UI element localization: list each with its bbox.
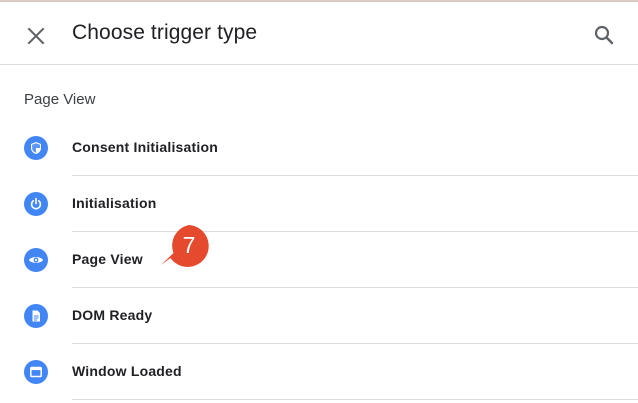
list-item-label: Window Loaded	[72, 363, 182, 379]
list-item-label: DOM Ready	[72, 307, 153, 323]
shield-icon	[24, 136, 48, 160]
list-item-consent-initialisation[interactable]: Consent Initialisation	[0, 120, 638, 176]
dialog-header: Choose trigger type	[0, 2, 638, 65]
list-item-label: Initialisation	[72, 195, 157, 211]
search-icon	[594, 25, 614, 45]
eye-icon	[24, 248, 48, 272]
list-item-label: Consent Initialisation	[72, 139, 218, 155]
document-icon	[24, 304, 48, 328]
search-button[interactable]	[590, 21, 618, 49]
window-icon	[24, 360, 48, 384]
list-item-label: Page View	[72, 251, 143, 267]
section-heading: Page View	[24, 91, 96, 108]
list-item-page-view[interactable]: Page View	[0, 232, 638, 288]
step-number: 7	[182, 232, 196, 258]
power-icon	[24, 192, 48, 216]
list-item-window-loaded[interactable]: Window Loaded	[0, 344, 638, 400]
list-item-dom-ready[interactable]: DOM Ready	[0, 288, 638, 344]
list-item-initialisation[interactable]: Initialisation	[0, 176, 638, 232]
trigger-type-list: Consent Initialisation Initialisation Pa…	[0, 120, 638, 400]
close-button[interactable]	[22, 22, 50, 50]
close-icon	[27, 27, 45, 45]
divider	[72, 399, 638, 400]
page-title: Choose trigger type	[72, 21, 258, 44]
